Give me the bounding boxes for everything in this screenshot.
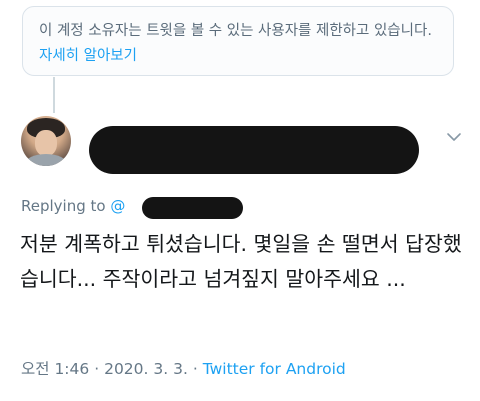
tweet-meta: 오전 1:46 · 2020. 3. 3. · Twitter for Andr… — [21, 358, 346, 380]
learn-more-link[interactable]: 자세히 알아보기 — [39, 48, 137, 64]
tweet-time: 오전 1:46 — [21, 360, 90, 378]
replying-to-label: Replying to — [21, 197, 106, 215]
avatar[interactable] — [21, 116, 71, 166]
avatar-face — [35, 130, 57, 156]
tweet-body: 저분 계폭하고 튀셨습니다. 몇일을 손 떨면서 답장했습니다... 주작이라고… — [20, 232, 462, 291]
chevron-down-icon[interactable] — [446, 131, 462, 143]
meta-separator: · — [192, 360, 198, 378]
tweet-source-link[interactable]: Twitter for Android — [203, 360, 346, 378]
replying-to-line: Replying to @ — [21, 195, 125, 217]
thread-connector-line — [53, 77, 55, 113]
tweet-date: 2020. 3. 3. — [104, 360, 188, 378]
replying-to-handle[interactable]: @ — [110, 197, 125, 215]
redacted-handle — [142, 197, 243, 219]
redacted-author-name — [89, 126, 419, 174]
restricted-account-notice: 이 계정 소유자는 트윗을 볼 수 있는 사용자를 제한하고 있습니다. 자세히… — [22, 6, 454, 76]
notice-text: 이 계정 소유자는 트윗을 볼 수 있는 사용자를 제한하고 있습니다. — [39, 23, 432, 39]
meta-separator: · — [94, 360, 100, 378]
avatar-body — [25, 154, 67, 166]
